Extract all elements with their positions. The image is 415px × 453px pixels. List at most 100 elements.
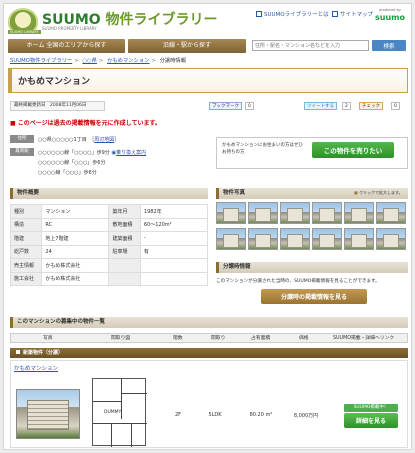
overview-row: 階建 地上7階建 建築面積 - <box>9 231 209 246</box>
row-layout: 5LDK <box>208 412 222 418</box>
photo-thumbnail[interactable] <box>248 228 278 250</box>
tweet-count: 2 <box>342 102 351 110</box>
photo-thumbnail[interactable] <box>376 228 406 250</box>
logo-suffix: 物件ライブラリー <box>105 12 218 28</box>
header-link-about[interactable]: SUUMOライブラリーとは <box>256 10 329 18</box>
row-price: 8,000万円 <box>293 413 319 419</box>
overview-value: 24 <box>41 244 110 259</box>
nav-station[interactable]: 沿線・駅から探す <box>128 39 246 53</box>
overview-table: 種別 マンション 築年月 1982年 構造 RC 敷地面積 60～120m² 階建 地上7階建 建築… <box>9 204 209 286</box>
photo-thumbnail[interactable] <box>280 202 310 224</box>
overview-value: マンション <box>41 204 110 219</box>
overview-key: 築年月 <box>108 204 141 219</box>
last-updated-value: 2008年11月06日 <box>50 103 87 108</box>
floor-plan-label: DUMMY <box>104 410 122 415</box>
photo-thumbnail[interactable] <box>248 202 278 224</box>
breadcrumb: SUUMO物件ライブラリー > ○○県 > かもめマンション > 分譲時情報 <box>10 58 187 64</box>
photo-thumbnail[interactable] <box>216 202 246 224</box>
detail-button[interactable]: 詳細を見る <box>344 413 398 428</box>
sell-button[interactable]: この物件を売りたい <box>312 142 394 158</box>
check-count: 0 <box>391 102 400 110</box>
photo-thumbnail[interactable] <box>376 202 406 224</box>
overview-value <box>139 271 209 286</box>
magnifier-icon: ■ <box>354 190 358 195</box>
overview-value: RC <box>41 217 110 232</box>
building-link[interactable]: かもめマンション <box>14 364 58 372</box>
overview-row: 種別 マンション 築年月 1982年 <box>9 204 209 219</box>
col-photo: 写真 <box>43 336 53 341</box>
transfer-link[interactable]: 乗り換え案内 <box>116 150 146 156</box>
tweet-button[interactable]: ツイートする <box>304 102 337 110</box>
search-input[interactable] <box>252 40 369 51</box>
last-updated: 最終掲載更新日 2008年11月06日 <box>10 101 105 111</box>
breadcrumb-current: 分譲時情報 <box>159 58 187 64</box>
check-button[interactable]: チェック <box>359 102 383 110</box>
sell-text: かもめマンションにお住まいの方はぜひお持ちの方 <box>222 143 303 155</box>
overview-key: 敷地面積 <box>108 217 141 232</box>
photo-thumbnail[interactable] <box>344 228 374 250</box>
category-bar: 新築物件（分譲） <box>10 348 408 358</box>
overview-key: 構造 <box>9 217 43 232</box>
address-text: ○○県○○○○○1丁目 <box>38 137 87 143</box>
row-area: 80.20 m² <box>249 412 273 418</box>
overview-row: 売主情報 かもめ株式会社 <box>9 258 209 273</box>
overview-key: 建築面積 <box>108 231 141 246</box>
address-value: ○○県○○○○○1丁目 ［周辺地図］ <box>38 137 120 143</box>
photo-grid <box>216 202 408 252</box>
listing-header: このマンションの募集中の物件一覧 <box>10 317 408 328</box>
overview-value: 1982年 <box>139 204 209 219</box>
station-label: 最寄駅 <box>10 148 34 156</box>
notice-icon: ■ <box>10 120 16 127</box>
overview-key: 駐車場 <box>108 244 141 259</box>
overview-key: 総戸数 <box>9 244 43 259</box>
station-1: ○○○○○○線「○○○○」歩9分 ▣乗り換え案内 <box>38 149 146 156</box>
period-header: 分譲時情報 <box>216 262 408 273</box>
col-area: 占有面積 <box>251 336 271 341</box>
bookmark-label: ブックマーク <box>212 104 239 109</box>
bookmark-count: 0 <box>245 102 254 110</box>
photo-thumbnail[interactable] <box>312 228 342 250</box>
col-floor: 階数 <box>173 336 183 341</box>
breadcrumb-library[interactable]: SUUMO物件ライブラリー <box>10 58 72 64</box>
overview-value: かもめ株式会社 <box>41 258 110 273</box>
nav-home-area[interactable]: ホーム 全国のエリアから探す <box>8 39 125 53</box>
breadcrumb-prefecture[interactable]: ○○県 <box>82 58 97 64</box>
overview-value: 有 <box>139 244 209 259</box>
building-photo[interactable] <box>16 389 80 439</box>
station-2: ○○○○○○線「○○○」歩6分 <box>38 160 106 166</box>
photo-thumbnail[interactable] <box>280 228 310 250</box>
header-link-about-label: SUUMOライブラリーとは <box>264 12 329 18</box>
station-1-text: ○○○○○○線「○○○○」歩9分 <box>38 150 110 156</box>
period-info-button[interactable]: 分譲時の掲載情報を見る <box>261 289 367 304</box>
photos-hint: ■ クリックで拡大します。 <box>354 190 403 196</box>
header-link-sitemap-label: サイトマップ <box>340 12 374 18</box>
overview-value <box>139 258 209 273</box>
logo-ribbon: SUUMO LIBRARY <box>8 30 41 34</box>
bookmark-button[interactable]: ブックマーク <box>209 102 242 110</box>
suumo-badge[interactable]: suumo <box>372 13 408 22</box>
breadcrumb-building[interactable]: かもめマンション <box>107 58 149 64</box>
photos-hint-text: クリックで拡大します。 <box>359 190 403 195</box>
page: SUUMO 物件ライブラリー SUUMO PROPERTY LIBRARY SU… <box>3 3 412 450</box>
station-3: ○○○○線「○○○」歩6分 <box>38 170 97 176</box>
photo-thumbnail[interactable] <box>312 202 342 224</box>
photo-thumbnail[interactable] <box>344 202 374 224</box>
col-price: 価格 <box>299 336 309 341</box>
logo-tagline: SUUMO PROPERTY LIBRARY <box>42 26 97 31</box>
col-floor-plan: 間取り図 <box>111 336 131 341</box>
col-detail: SUUMO掲載・詳細へリンク <box>333 336 395 341</box>
overview-header: 物件概要 <box>10 188 208 199</box>
overview-key: 階建 <box>9 231 43 246</box>
overview-row: 総戸数 24 駐車場有 <box>9 244 209 259</box>
search-button[interactable]: 検索 <box>372 40 406 51</box>
page-icon <box>256 11 262 17</box>
photo-thumbnail[interactable] <box>216 228 246 250</box>
overview-value: 60～120m² <box>139 217 209 232</box>
overview-key <box>108 258 141 273</box>
archive-notice: ■ このページは過去の掲載情報を元に作成しています。 <box>10 118 161 127</box>
address-label: 住所 <box>10 135 34 143</box>
overview-key: 種別 <box>9 204 43 219</box>
header-link-sitemap[interactable]: サイトマップ <box>332 10 373 18</box>
map-link[interactable]: 周辺地図 <box>94 137 114 143</box>
page-title: かもめマンション <box>18 77 91 87</box>
